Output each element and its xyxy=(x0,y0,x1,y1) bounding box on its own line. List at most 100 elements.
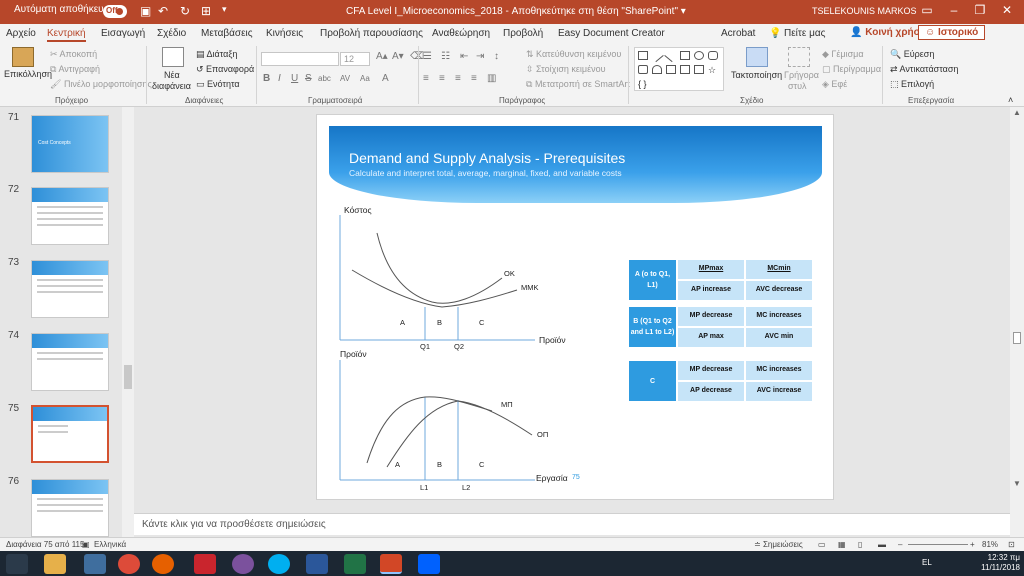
new-slide-button[interactable]: Νέα xyxy=(164,70,180,80)
underline-button[interactable]: U xyxy=(291,73,298,84)
align-left-icon[interactable]: ≡ xyxy=(423,73,429,84)
new-slide-button-2[interactable]: διαφάνεια xyxy=(152,81,191,91)
collapse-ribbon-icon[interactable]: ˄ xyxy=(1008,95,1013,105)
excel-icon[interactable] xyxy=(344,554,366,574)
zoom-level[interactable]: 81% xyxy=(982,540,998,549)
align-right-icon[interactable]: ≡ xyxy=(455,73,461,84)
present-icon[interactable]: ⊞ xyxy=(201,4,211,18)
slide-thumbnail-74[interactable] xyxy=(31,333,109,391)
tab-transitions[interactable]: Μεταβάσεις xyxy=(201,28,253,39)
shape-triangle[interactable] xyxy=(666,65,676,74)
slide-thumbnail-71[interactable]: Cost Concepts xyxy=(31,115,109,173)
layout-button[interactable]: ▤ Διάταξη xyxy=(196,49,237,60)
shape-effects-button[interactable]: ◈ Εφέ xyxy=(822,79,847,90)
slide-thumbnails-pane[interactable]: 71 Cost Concepts 72 73 74 75 76 xyxy=(0,107,122,547)
italic-button[interactable]: I xyxy=(278,73,281,84)
format-painter-button[interactable]: 🖌 Πινέλο μορφοποίησης xyxy=(50,79,152,90)
zoom-out-icon[interactable]: – xyxy=(898,540,902,549)
normal-view-icon[interactable]: ▭ xyxy=(818,540,826,549)
shape-arc[interactable] xyxy=(652,65,662,74)
slide-thumbnail-75[interactable] xyxy=(31,405,109,463)
word-icon[interactable] xyxy=(306,554,328,574)
start-icon[interactable] xyxy=(6,554,28,574)
tab-view[interactable]: Προβολή xyxy=(503,28,543,39)
strikethrough-button[interactable]: S xyxy=(305,73,312,84)
customize-qat-icon[interactable]: ▾ xyxy=(222,4,227,15)
shape-line[interactable] xyxy=(650,48,664,63)
increase-font-icon[interactable]: A▴ xyxy=(376,51,388,62)
slide-thumbnail-72[interactable] xyxy=(31,187,109,245)
spacing-button[interactable]: AV xyxy=(340,74,350,83)
outdent-icon[interactable]: ⇥ xyxy=(476,51,484,62)
paste-icon[interactable] xyxy=(12,47,34,67)
fit-slide-icon[interactable]: ⊡ xyxy=(1008,540,1015,549)
paste-button[interactable]: Επικόλληση xyxy=(4,69,52,79)
shape-oval[interactable] xyxy=(694,51,704,60)
close-icon[interactable]: ✕ xyxy=(995,3,1019,17)
select-button[interactable]: ⬚ Επιλογή xyxy=(890,79,934,90)
outlook-icon[interactable] xyxy=(84,554,106,574)
tab-insert[interactable]: Εισαγωγή xyxy=(101,28,145,39)
skype-icon[interactable] xyxy=(268,554,290,574)
copy-button[interactable]: ⧉ Αντιγραφή xyxy=(50,64,100,75)
quick-styles-button-2[interactable]: στυλ xyxy=(788,81,807,91)
scroll-up-icon[interactable]: ▲ xyxy=(1013,108,1021,117)
tell-me-input[interactable]: Πείτε μας xyxy=(784,28,825,39)
shape-rounded[interactable] xyxy=(708,51,718,60)
shape-outline-button[interactable]: ▢ Περίγραμμα xyxy=(822,64,881,75)
cut-button[interactable]: ✂ Αποκοπή xyxy=(50,49,97,60)
find-button[interactable]: 🔍 Εύρεση xyxy=(890,49,934,60)
language-status[interactable]: Ελληνικά xyxy=(94,540,126,549)
shape-fill-button[interactable]: ◆ Γέμισμα xyxy=(822,49,864,60)
input-language[interactable]: EL xyxy=(922,558,932,567)
indent-icon[interactable]: ⇤ xyxy=(460,51,468,62)
undo-icon[interactable]: ↶ xyxy=(158,4,168,18)
shape-line-2[interactable] xyxy=(664,48,678,63)
dropbox-icon[interactable] xyxy=(418,554,440,574)
change-case-button[interactable]: Aa xyxy=(360,74,370,83)
spellcheck-icon[interactable]: ▣ xyxy=(82,540,90,549)
font-color-icon[interactable]: A xyxy=(382,73,389,84)
reading-view-icon[interactable]: ▯ xyxy=(858,540,862,549)
section-button[interactable]: ▭ Ενότητα xyxy=(196,79,240,90)
quick-styles-icon[interactable] xyxy=(788,47,810,67)
scrollbar-thumb[interactable] xyxy=(1013,332,1021,344)
shape-rect[interactable] xyxy=(680,51,690,60)
chrome-icon[interactable] xyxy=(118,554,140,574)
save-icon[interactable]: ▣ xyxy=(140,4,151,18)
align-text-button[interactable]: ⇳ Στοίχιση κειμένου xyxy=(526,64,606,75)
powerpoint-icon[interactable] xyxy=(380,554,402,574)
file-explorer-icon[interactable] xyxy=(44,554,66,574)
replace-button[interactable]: ⇄ Αντικατάσταση xyxy=(890,64,958,75)
columns-icon[interactable]: ▥ xyxy=(487,73,496,84)
system-clock[interactable]: 12:32 πμ 11/11/2018 xyxy=(980,553,1020,573)
shapes-gallery[interactable]: ☆ { } xyxy=(634,47,724,91)
quick-styles-button[interactable]: Γρήγορα xyxy=(784,70,819,80)
zoom-in-icon[interactable]: + xyxy=(970,540,975,549)
shape-arrow[interactable] xyxy=(680,65,690,74)
firefox-icon[interactable] xyxy=(152,554,174,574)
font-name-input[interactable] xyxy=(261,52,339,66)
slide-scrollbar[interactable]: ▲ ▼ xyxy=(1010,107,1024,537)
zoom-slider[interactable] xyxy=(908,544,968,545)
slide-thumbnail-73[interactable] xyxy=(31,260,109,318)
viber-icon[interactable] xyxy=(232,554,254,574)
shape-bracket[interactable]: { } xyxy=(638,79,648,89)
arrange-button[interactable]: Τακτοποίηση xyxy=(731,70,782,80)
bold-button[interactable]: B xyxy=(263,73,270,84)
mendeley-icon[interactable] xyxy=(194,554,216,574)
align-center-icon[interactable]: ≡ xyxy=(439,73,445,84)
tab-file[interactable]: Αρχείο xyxy=(6,28,36,39)
notes-toggle[interactable]: ≐ Σημειώσεις xyxy=(754,540,803,549)
font-size-input[interactable]: 12 xyxy=(340,52,370,66)
tab-animations[interactable]: Κινήσεις xyxy=(266,28,303,39)
thumbnails-scrollbar[interactable] xyxy=(122,107,134,547)
slide-thumbnail-76[interactable] xyxy=(31,479,109,537)
tab-acrobat[interactable]: Acrobat xyxy=(721,28,755,39)
notes-pane[interactable]: Κάντε κλικ για να προσθέσετε σημειώσεις xyxy=(134,513,1010,535)
tab-review[interactable]: Αναθεώρηση xyxy=(432,28,490,39)
smartart-button[interactable]: ⧉ Μετατροπή σε SmartArt xyxy=(526,79,630,90)
text-direction-button[interactable]: ⇅ Κατεύθυνση κειμένου xyxy=(526,49,621,60)
tab-design[interactable]: Σχέδιο xyxy=(157,28,186,39)
shape-star[interactable]: ☆ xyxy=(708,65,718,75)
